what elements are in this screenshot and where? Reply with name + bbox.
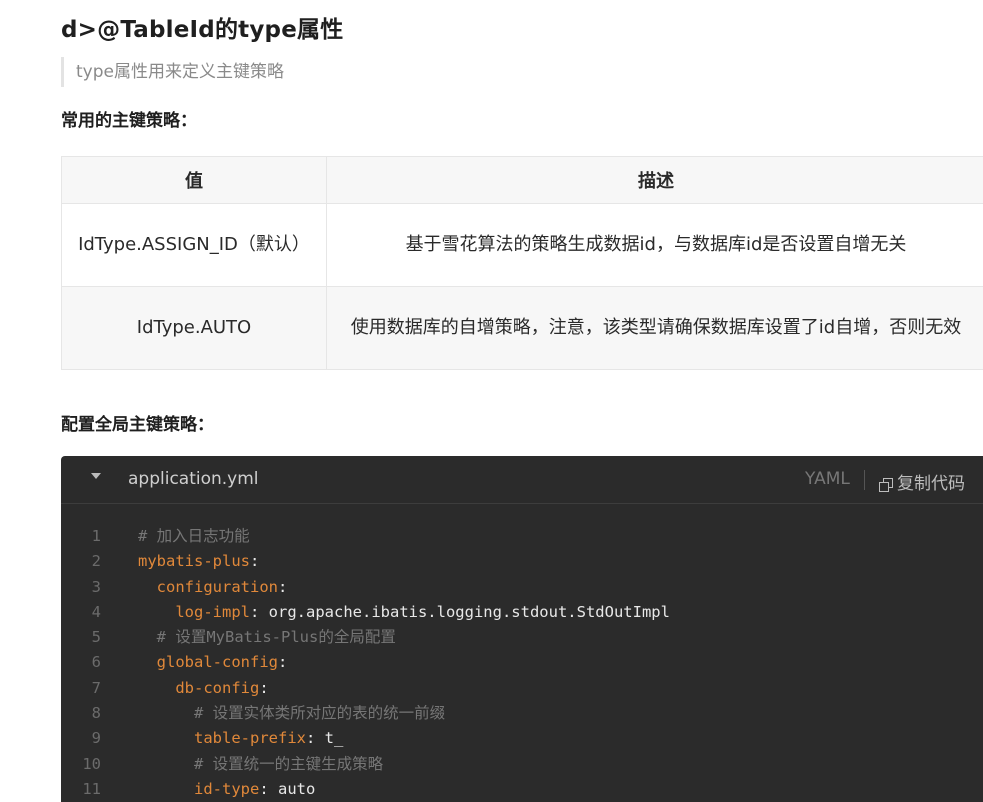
line-number: 1 bbox=[91, 527, 101, 545]
line-content: # 设置实体类所对应的表的统一前缀 bbox=[138, 701, 445, 726]
collapse-caret-icon[interactable] bbox=[91, 473, 101, 479]
code-comment: # 设置MyBatis-Plus的全局配置 bbox=[156, 628, 396, 647]
strategy-table: 值 描述 IdType.ASSIGN_ID（默认） 基于雪花算法的策略生成数据i… bbox=[61, 156, 983, 370]
section-title-global-strategy: 配置全局主键策略： bbox=[61, 415, 214, 435]
table-row: IdType.ASSIGN_ID（默认） 基于雪花算法的策略生成数据id，与数据… bbox=[61, 203, 983, 287]
yaml-key: table-prefix bbox=[194, 729, 306, 748]
line-number: 8 bbox=[91, 704, 101, 723]
yaml-value: t_ bbox=[324, 729, 344, 748]
line-number: 7 bbox=[91, 678, 101, 697]
code-comment: # 设置实体类所对应的表的统一前缀 bbox=[194, 704, 446, 723]
line-number: 10 bbox=[82, 754, 101, 773]
yaml-key: configuration bbox=[156, 577, 278, 596]
line-content: mybatis-plus: bbox=[138, 552, 260, 571]
table-cell-value: IdType.ASSIGN_ID（默认） bbox=[61, 203, 327, 287]
blockquote: type属性用来定义主键策略 bbox=[61, 57, 284, 87]
table-cell-description: 使用数据库的自增策略，注意，该类型请确保数据库设置了id自增，否则无效 bbox=[326, 286, 983, 370]
yaml-key: id-type bbox=[194, 779, 260, 798]
code-block-header: application.yml YAML 复制代码 bbox=[61, 456, 983, 504]
line-number: 9 bbox=[91, 729, 101, 748]
copy-code-button[interactable]: 复制代码 bbox=[879, 469, 965, 494]
line-content: global-config: bbox=[156, 653, 288, 672]
table-cell-description: 基于雪花算法的策略生成数据id，与数据库id是否设置自增无关 bbox=[326, 203, 983, 287]
code-block: application.yml YAML 复制代码 1 # 加入日志功能 2 myba… bbox=[61, 456, 983, 802]
line-content: id-type: auto bbox=[194, 779, 316, 798]
code-comment: # 加入日志功能 bbox=[138, 527, 250, 545]
table-cell-value: IdType.AUTO bbox=[61, 286, 327, 370]
line-content: # 设置MyBatis-Plus的全局配置 bbox=[138, 625, 396, 650]
line-number: 4 bbox=[91, 602, 101, 621]
yaml-value: org.apache.ibatis.logging.stdout.StdOutI… bbox=[268, 602, 670, 621]
yaml-value: auto bbox=[278, 779, 316, 798]
code-filename: application.yml bbox=[128, 469, 259, 489]
yaml-key: global-config bbox=[156, 653, 278, 672]
yaml-key: db-config bbox=[175, 678, 260, 697]
header-divider bbox=[864, 470, 865, 490]
line-content: table-prefix: t_ bbox=[194, 729, 344, 748]
code-comment: # 设置统一的主键生成策略 bbox=[194, 754, 384, 773]
table-row: IdType.AUTO 使用数据库的自增策略，注意，该类型请确保数据库设置了id… bbox=[61, 286, 983, 370]
table-header-row: 值 描述 bbox=[61, 156, 983, 204]
code-language: YAML bbox=[805, 469, 850, 489]
line-content: db-config: bbox=[175, 678, 269, 697]
yaml-key: mybatis-plus bbox=[138, 552, 250, 571]
yaml-key: log-impl bbox=[175, 602, 250, 621]
copy-icon bbox=[879, 478, 893, 492]
table-header-value: 值 bbox=[61, 156, 327, 204]
page-heading: d>@TableId的type属性 bbox=[61, 17, 344, 43]
line-content: configuration: bbox=[156, 577, 288, 596]
line-number: 2 bbox=[91, 552, 101, 571]
table-header-description: 描述 bbox=[326, 156, 983, 204]
line-content: # 设置统一的主键生成策略 bbox=[138, 752, 383, 777]
line-content: # 加入日志功能 bbox=[138, 524, 250, 549]
section-title-common-strategies: 常用的主键策略： bbox=[61, 111, 197, 131]
line-number: 3 bbox=[91, 577, 101, 596]
line-number: 6 bbox=[91, 653, 101, 672]
line-number: 5 bbox=[91, 628, 101, 647]
copy-code-label: 复制代码 bbox=[897, 474, 965, 494]
line-number: 11 bbox=[82, 779, 101, 798]
line-content: log-impl: org.apache.ibatis.logging.stdo… bbox=[175, 602, 670, 621]
